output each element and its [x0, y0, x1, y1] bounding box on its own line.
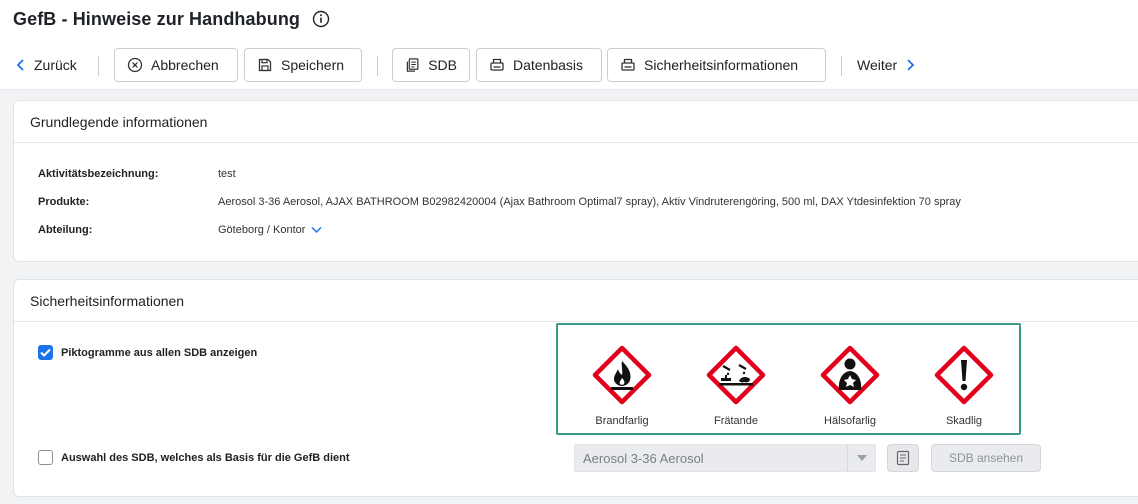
- checkmark-icon: [40, 348, 51, 357]
- printer-icon: [490, 58, 504, 71]
- department-value: Göteborg / Kontor: [218, 224, 306, 236]
- info-circle-icon[interactable]: [312, 10, 330, 28]
- caret-down-icon: [856, 455, 867, 461]
- pictogram-label: Brandfarlig: [595, 415, 649, 427]
- floppy-disk-icon: [258, 58, 272, 72]
- safety-info-label: Sicherheitsinformationen: [644, 57, 799, 73]
- back-label: Zurück: [34, 57, 77, 73]
- next-button[interactable]: Weiter: [857, 48, 915, 82]
- safety-info-title: Sicherheitsinformationen: [14, 280, 1138, 322]
- info-label: Abteilung:: [38, 224, 93, 236]
- info-label: Produkte:: [38, 196, 90, 208]
- info-row-department: Abteilung: Göteborg / Kontor: [38, 224, 322, 236]
- pictograms-panel: Brandfarlig Frätande Hälsofarlig Skadlig: [556, 323, 1021, 435]
- toolbar: Zurück Abbrechen Speichern SDB Datenbasi…: [0, 48, 1138, 82]
- corrosive-pictogram-icon: [706, 345, 766, 405]
- back-button[interactable]: Zurück: [16, 48, 77, 82]
- pictogram-flammable: Brandfarlig: [582, 345, 662, 427]
- save-label: Speichern: [281, 57, 345, 73]
- database-button[interactable]: Datenbasis: [476, 48, 602, 82]
- cancel-button[interactable]: Abbrechen: [114, 48, 238, 82]
- document-icon: [896, 450, 910, 466]
- health-hazard-pictogram-icon: [820, 345, 880, 405]
- basic-info-card: Grundlegende informationen Aktivitätsbez…: [13, 100, 1138, 262]
- sdb-button[interactable]: SDB: [392, 48, 470, 82]
- sdb-document-button[interactable]: [887, 444, 919, 472]
- pictogram-health-hazard: Hälsofarlig: [810, 345, 890, 427]
- info-label: Aktivitätsbezeichnung:: [38, 168, 159, 180]
- next-label: Weiter: [857, 57, 898, 73]
- toolbar-divider: [377, 56, 378, 76]
- select-sdb-checkbox[interactable]: [38, 450, 53, 465]
- show-pictograms-row[interactable]: Piktogramme aus allen SDB anzeigen: [38, 345, 257, 360]
- select-sdb-label: Auswahl des SDB, welches als Basis für d…: [61, 451, 350, 464]
- show-pictograms-label: Piktogramme aus allen SDB anzeigen: [61, 346, 258, 359]
- pictogram-label: Frätande: [713, 415, 759, 427]
- printer-icon: [621, 58, 635, 71]
- select-arrow[interactable]: [847, 445, 875, 471]
- exclamation-pictogram-icon: [934, 345, 994, 405]
- cancel-label: Abbrechen: [151, 57, 219, 73]
- sdb-select-value: Aerosol 3-36 Aerosol: [583, 450, 704, 466]
- sdb-view-button[interactable]: SDB ansehen: [931, 444, 1041, 472]
- safety-info-button[interactable]: Sicherheitsinformationen: [607, 48, 826, 82]
- toolbar-divider: [841, 56, 842, 76]
- pictogram-corrosive: Frätande: [696, 345, 776, 427]
- chevron-right-icon: [907, 59, 915, 71]
- info-value: test: [218, 168, 236, 180]
- department-dropdown[interactable]: Göteborg / Kontor: [218, 224, 322, 236]
- info-value: Aerosol 3-36 Aerosol, AJAX BATHROOM B029…: [218, 196, 961, 208]
- chevron-down-icon: [311, 226, 322, 234]
- basic-info-title: Grundlegende informationen: [14, 101, 1138, 143]
- pictogram-label: Skadlig: [945, 415, 983, 427]
- toolbar-divider: [98, 56, 99, 76]
- chevron-left-icon: [16, 59, 24, 71]
- info-row-products: Produkte: Aerosol 3-36 Aerosol, AJAX BAT…: [38, 196, 961, 208]
- flame-pictogram-icon: [592, 345, 652, 405]
- select-sdb-row[interactable]: Auswahl des SDB, welches als Basis für d…: [38, 450, 350, 465]
- sdb-label: SDB: [428, 57, 457, 73]
- top-bar: GefB - Hinweise zur Handhabung Zurück Ab…: [0, 0, 1138, 90]
- pictogram-harmful: Skadlig: [924, 345, 1004, 427]
- info-row-activity: Aktivitätsbezeichnung: test: [38, 168, 236, 180]
- page-title: GefB - Hinweise zur Handhabung: [13, 9, 301, 29]
- save-button[interactable]: Speichern: [244, 48, 362, 82]
- documents-icon: [406, 58, 419, 72]
- show-pictograms-checkbox[interactable]: [38, 345, 53, 360]
- close-circle-icon: [127, 57, 143, 73]
- database-label: Datenbasis: [513, 57, 584, 73]
- pictogram-label: Hälsofarlig: [824, 415, 876, 427]
- sdb-select[interactable]: Aerosol 3-36 Aerosol: [574, 444, 876, 472]
